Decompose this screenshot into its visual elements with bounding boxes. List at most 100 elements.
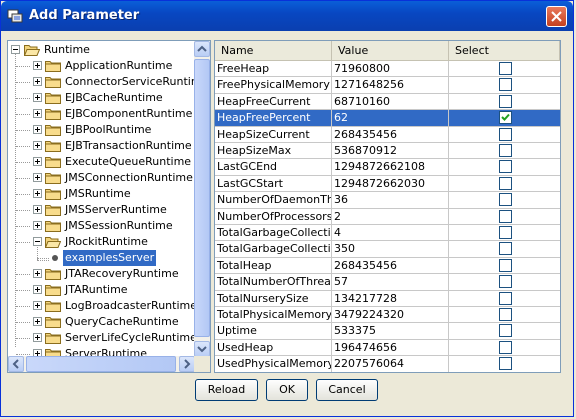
select-checkbox[interactable] — [499, 308, 512, 321]
tree-node[interactable]: JMSConnectionRuntime — [8, 170, 194, 186]
close-button[interactable] — [546, 6, 567, 27]
scroll-right-button[interactable] — [179, 356, 195, 372]
expand-icon[interactable] — [33, 125, 42, 134]
select-checkbox[interactable] — [499, 78, 512, 92]
select-checkbox[interactable] — [499, 340, 512, 354]
tree-node-label: QueryCacheRuntime — [65, 315, 179, 328]
select-checkbox[interactable] — [499, 176, 512, 190]
table-row[interactable]: TotalNumberOfThreads 57 — [215, 274, 560, 291]
tree-node[interactable]: EJBTransactionRuntime — [8, 138, 194, 154]
collapse-icon[interactable] — [33, 237, 42, 246]
runtime-tree[interactable]: Runtime ApplicationRuntime ConnectorServi… — [7, 40, 211, 373]
tree-node-runtime[interactable]: Runtime — [8, 42, 194, 58]
cell-select — [449, 291, 560, 307]
expand-icon[interactable] — [33, 141, 42, 150]
tree-node[interactable]: JRockitRuntime — [8, 234, 194, 250]
scroll-left-button[interactable] — [8, 356, 24, 372]
table-row[interactable]: HeapSizeCurrent 268435456 — [215, 126, 560, 143]
select-checkbox[interactable] — [499, 62, 512, 75]
select-checkbox[interactable] — [499, 160, 512, 174]
select-checkbox[interactable] — [499, 94, 512, 108]
select-checkbox[interactable] — [499, 357, 512, 371]
table-row[interactable]: NumberOfDaemonTh... 36 — [215, 192, 560, 209]
table-row[interactable]: TotalNurserySize 134217728 — [215, 290, 560, 307]
table-row[interactable]: TotalHeap 268435456 — [215, 257, 560, 275]
expand-icon[interactable] — [33, 285, 42, 294]
cell-select — [449, 307, 560, 323]
tree-node[interactable]: JTARuntime — [8, 282, 194, 298]
tree-horizontal-scrollbar[interactable] — [8, 356, 195, 372]
expand-icon[interactable] — [33, 189, 42, 198]
tree-leaf[interactable]: examplesServer — [8, 250, 194, 266]
tree-node[interactable]: JMSRuntime — [8, 186, 194, 202]
scroll-thumb[interactable] — [194, 59, 210, 337]
tree-node[interactable]: ServerLifeCycleRuntime — [8, 330, 195, 346]
expand-icon[interactable] — [33, 317, 42, 326]
expand-icon[interactable] — [33, 77, 42, 86]
table-row[interactable]: TotalGarbageCollecti... 350 — [215, 241, 560, 258]
select-checkbox[interactable] — [499, 258, 512, 272]
tree-node[interactable]: ExecuteQueueRuntime — [8, 154, 194, 170]
reload-button[interactable]: Reload — [195, 379, 258, 401]
column-header-select[interactable]: Select — [449, 41, 560, 60]
expand-icon[interactable] — [33, 173, 42, 182]
select-checkbox[interactable] — [499, 127, 512, 141]
collapse-icon[interactable] — [11, 45, 20, 54]
expand-icon[interactable] — [33, 61, 42, 70]
cell-select — [449, 143, 560, 159]
select-checkbox[interactable] — [499, 111, 512, 125]
cell-value: 268435456 — [332, 126, 449, 143]
ok-button[interactable]: OK — [266, 379, 308, 401]
parameter-table[interactable]: Name Value Select FreeHeap 71960800 FreePh… — [214, 40, 561, 373]
select-checkbox[interactable] — [499, 242, 512, 256]
scroll-down-button[interactable] — [194, 341, 210, 357]
table-row[interactable]: TotalGarbageCollecti... 4 — [215, 225, 560, 242]
select-checkbox[interactable] — [499, 324, 512, 338]
table-row[interactable]: HeapFreePercent 62 — [215, 110, 560, 127]
table-row[interactable]: LastGCStart 1294872662030 — [215, 175, 560, 193]
table-row[interactable]: TotalPhysicalMemory 3479224320 — [215, 307, 560, 324]
tree-node[interactable]: EJBPoolRuntime — [8, 122, 194, 138]
expand-icon[interactable] — [33, 269, 42, 278]
column-header-value[interactable]: Value — [332, 41, 449, 60]
table-row[interactable]: UsedHeap 196474656 — [215, 339, 560, 357]
expand-icon[interactable] — [33, 205, 42, 214]
select-checkbox[interactable] — [499, 193, 512, 207]
tree-vertical-scrollbar[interactable] — [194, 41, 210, 357]
tree-node[interactable]: ApplicationRuntime — [8, 58, 194, 74]
tree-node[interactable]: EJBComponentRuntime — [8, 106, 194, 122]
scroll-thumb[interactable] — [26, 356, 176, 372]
cell-value: 71960800 — [332, 61, 449, 77]
table-row[interactable]: FreePhysicalMemory 1271648256 — [215, 77, 560, 94]
expand-icon[interactable] — [33, 301, 42, 310]
select-checkbox[interactable] — [499, 144, 512, 157]
tree-node[interactable]: ConnectorServiceRuntime — [8, 74, 195, 90]
scroll-up-button[interactable] — [194, 41, 210, 57]
tree-guide-line — [37, 258, 49, 259]
table-row[interactable]: FreeHeap 71960800 — [215, 61, 560, 78]
table-row[interactable]: NumberOfProcessors 2 — [215, 208, 560, 225]
expand-icon[interactable] — [33, 221, 42, 230]
tree-node[interactable]: JMSSessionRuntime — [8, 218, 194, 234]
expand-icon[interactable] — [33, 333, 42, 342]
table-row[interactable]: Uptime 533375 — [215, 323, 560, 340]
select-checkbox[interactable] — [499, 226, 512, 239]
table-row[interactable]: UsedPhysicalMemory 2207576064 — [215, 356, 560, 372]
expand-icon[interactable] — [33, 93, 42, 102]
column-header-name[interactable]: Name — [215, 41, 332, 60]
select-checkbox[interactable] — [499, 291, 512, 305]
select-checkbox[interactable] — [499, 209, 512, 223]
table-row[interactable]: HeapFreeCurrent 68710160 — [215, 93, 560, 111]
tree-node[interactable]: QueryCacheRuntime — [8, 314, 194, 330]
tree-node[interactable]: EJBCacheRuntime — [8, 90, 194, 106]
tree-node[interactable]: JMSServerRuntime — [8, 202, 194, 218]
tree-node[interactable]: JTARecoveryRuntime — [8, 266, 194, 282]
cancel-button[interactable]: Cancel — [316, 379, 378, 401]
expand-icon[interactable] — [33, 109, 42, 118]
title-bar[interactable]: Add Parameter — [1, 1, 573, 31]
expand-icon[interactable] — [33, 157, 42, 166]
table-row[interactable]: LastGCEnd 1294872662108 — [215, 159, 560, 176]
select-checkbox[interactable] — [499, 275, 512, 289]
tree-node[interactable]: LogBroadcasterRuntime — [8, 298, 195, 314]
table-row[interactable]: HeapSizeMax 536870912 — [215, 143, 560, 160]
